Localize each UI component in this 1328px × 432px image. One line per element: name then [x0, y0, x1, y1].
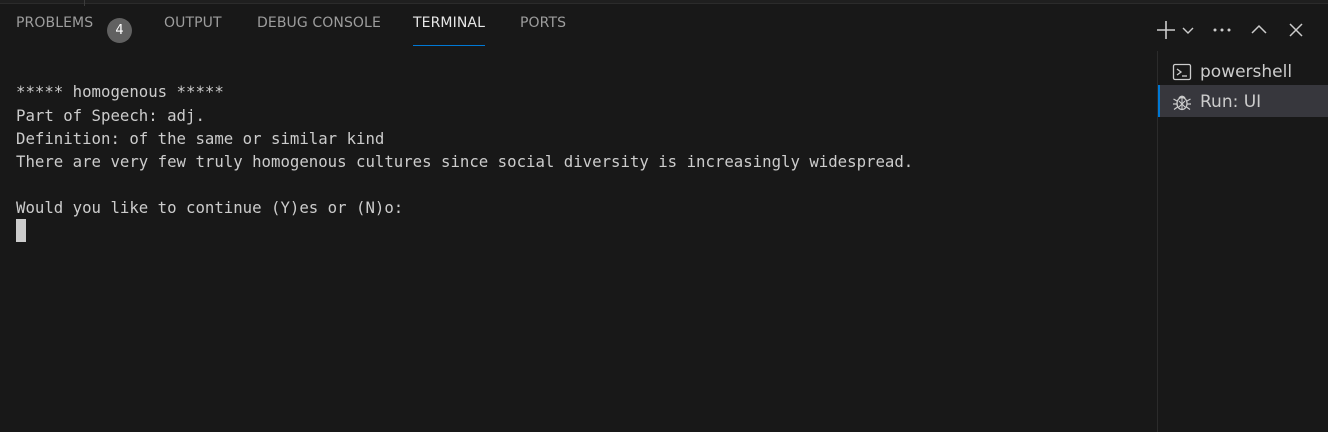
tab-output-label: OUTPUT	[164, 15, 222, 31]
tab-terminal[interactable]: TERMINAL	[413, 15, 485, 46]
close-icon	[1289, 23, 1303, 37]
terminal-line: Definition: of the same or similar kind	[16, 129, 385, 148]
close-panel-button[interactable]	[1284, 18, 1308, 42]
terminal-cursor	[16, 219, 26, 242]
terminal-profile-dropdown[interactable]	[1179, 18, 1197, 42]
tab-ports-label: PORTS	[520, 15, 567, 31]
terminal-line: ***** homogenous *****	[16, 82, 224, 101]
tab-problems-label: PROBLEMS	[16, 15, 94, 31]
tab-debug-console[interactable]: DEBUG CONSOLE	[257, 15, 381, 45]
new-terminal-button[interactable]	[1154, 18, 1178, 42]
terminal-line: There are very few truly homogenous cult…	[16, 152, 914, 171]
terminal-tabs-list: powershell Run: UI	[1157, 51, 1328, 432]
terminal-item-run-ui[interactable]: Run: UI	[1158, 85, 1328, 117]
tab-terminal-label: TERMINAL	[413, 15, 485, 31]
debug-icon	[1173, 95, 1191, 111]
tab-debug-console-label: DEBUG CONSOLE	[257, 15, 381, 31]
tab-ports[interactable]: PORTS	[520, 15, 566, 45]
terminal-item-label: powershell	[1200, 62, 1293, 82]
active-tab-indicator	[413, 45, 485, 46]
terminal-item-powershell[interactable]: powershell	[1158, 55, 1328, 87]
terminal-line: Would you like to continue (Y)es or (N)o…	[16, 198, 404, 217]
chevron-up-icon	[1251, 24, 1267, 34]
ellipsis-icon	[1213, 28, 1231, 32]
plus-icon	[1157, 21, 1175, 39]
maximize-panel-button[interactable]	[1247, 18, 1271, 42]
terminal-output[interactable]: ***** homogenous ***** Part of Speech: a…	[0, 76, 1156, 432]
more-actions-button[interactable]	[1210, 18, 1234, 42]
problems-count-badge: 4	[107, 18, 132, 43]
tab-problems[interactable]: PROBLEMS	[16, 15, 93, 45]
chevron-down-icon	[1182, 27, 1194, 34]
terminal-item-label: Run: UI	[1200, 92, 1262, 112]
editor-bottom-edge	[0, 0, 1328, 4]
panel-header: PROBLEMS 4 OUTPUT DEBUG CONSOLE TERMINAL…	[0, 5, 1328, 51]
tab-output[interactable]: OUTPUT	[164, 15, 222, 45]
terminal-line: Part of Speech: adj.	[16, 106, 205, 125]
powershell-icon	[1172, 63, 1192, 81]
